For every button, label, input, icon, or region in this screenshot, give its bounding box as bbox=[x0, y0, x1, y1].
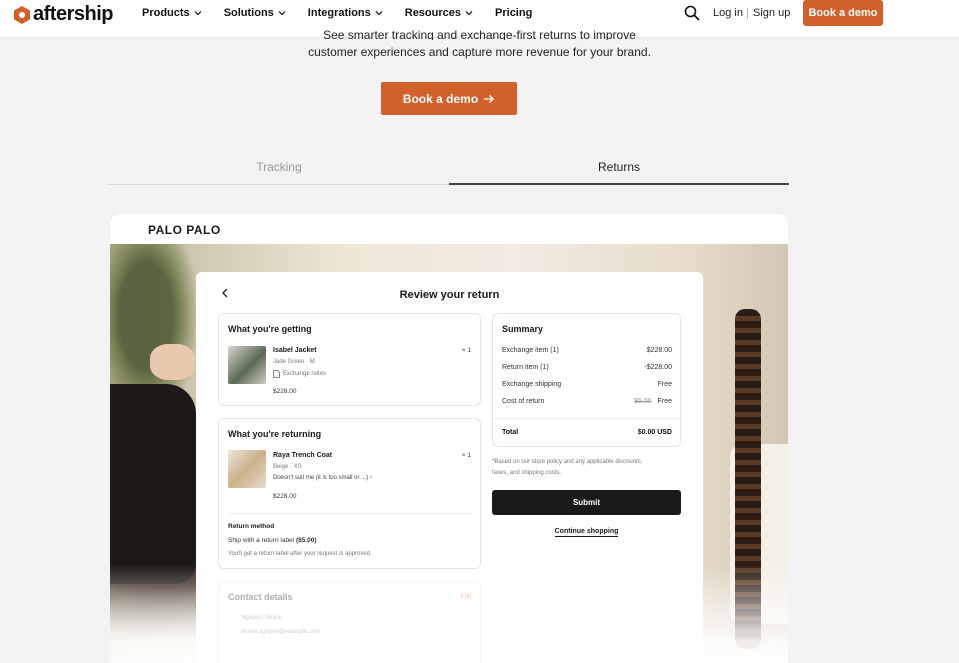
getting-box: What you're getting Isabel Jacket Jade G… bbox=[218, 313, 481, 406]
contact-email: shane.nguyen@example.com bbox=[241, 629, 321, 635]
chevron-down-icon bbox=[375, 11, 383, 16]
main-menu: Products Solutions Integrations Resource… bbox=[142, 0, 554, 26]
summary-box: Summary Exchange item (1) $228.00 Return … bbox=[492, 313, 681, 447]
continue-shopping-text: Continue shopping bbox=[554, 528, 619, 537]
review-return-panel: Review your return What you're getting I… bbox=[196, 272, 703, 663]
tab-active-indicator bbox=[449, 183, 789, 185]
chevron-down-icon bbox=[465, 11, 473, 16]
contact-name: Nguyen, Shane bbox=[241, 615, 283, 621]
summary-total: Total $0.00 USD bbox=[502, 429, 672, 436]
summary-value: $5.00 Free bbox=[634, 398, 672, 405]
photo-jacket bbox=[110, 384, 196, 584]
logo-text: aftership bbox=[33, 3, 113, 25]
hero-subtitle-line-2: customer experiences and capture more re… bbox=[308, 45, 651, 59]
photo-hand bbox=[150, 344, 195, 380]
summary-row: Exchange item (1) $228.00 bbox=[502, 347, 672, 354]
menu-products[interactable]: Products bbox=[142, 7, 202, 19]
hero-cta-label: Book a demo bbox=[402, 91, 479, 106]
menu-label: Resources bbox=[404, 7, 462, 19]
menu-solutions[interactable]: Solutions bbox=[224, 7, 286, 19]
summary-label: Cost of return bbox=[502, 398, 545, 405]
total-label: Total bbox=[502, 429, 519, 436]
returning-divider bbox=[228, 513, 473, 514]
chevron-right-icon: › bbox=[369, 475, 372, 481]
summary-value: -$228.00 bbox=[644, 364, 672, 371]
menu-resources[interactable]: Resources bbox=[405, 7, 473, 19]
menu-integrations[interactable]: Integrations bbox=[308, 7, 383, 19]
submit-button[interactable]: Submit bbox=[492, 490, 681, 515]
return-method-name: Ship with a return label bbox=[228, 537, 295, 544]
exchange-notes-link[interactable]: Exchange notes bbox=[283, 371, 326, 377]
menu-pricing[interactable]: Pricing bbox=[495, 7, 532, 19]
menu-label: Solutions bbox=[223, 7, 274, 19]
return-reason[interactable]: Doesn't suit me (it is too small or ...)… bbox=[273, 475, 372, 481]
tab-tracking[interactable]: Tracking bbox=[109, 160, 449, 174]
summary-divider bbox=[493, 418, 680, 419]
arrow-right-icon bbox=[484, 94, 495, 103]
return-method-label: Return method bbox=[228, 523, 275, 530]
getting-item-variant: Jade Green · M bbox=[273, 359, 315, 365]
summary-old-value: $5.00 bbox=[634, 398, 652, 405]
continue-shopping-link[interactable]: Continue shopping bbox=[492, 528, 681, 537]
menu-label: Integrations bbox=[307, 7, 371, 19]
chevron-down-icon bbox=[194, 11, 202, 16]
summary-label: Exchange item (1) bbox=[502, 347, 559, 354]
return-method-note: You'll get a return label after your req… bbox=[228, 551, 372, 557]
menu-label: Pricing bbox=[495, 7, 533, 19]
returning-item-qty: × 1 bbox=[461, 452, 471, 459]
coat-thumbnail bbox=[228, 450, 266, 488]
contact-heading: Contact details bbox=[228, 592, 293, 602]
summary-row: Exchange shipping Free bbox=[502, 381, 672, 388]
total-value: $0.00 USD bbox=[637, 429, 672, 436]
summary-label: Exchange shipping bbox=[502, 381, 562, 388]
panel-title: Review your return bbox=[399, 289, 500, 301]
getting-heading: What you're getting bbox=[228, 324, 312, 334]
hero-book-demo-button[interactable]: Book a demo bbox=[381, 82, 517, 115]
tab-returns[interactable]: Returns bbox=[449, 160, 789, 174]
summary-heading: Summary bbox=[502, 324, 544, 334]
summary-value: $228.00 bbox=[646, 347, 672, 354]
summary-row: Return item (1) -$228.00 bbox=[502, 364, 672, 371]
policy-note-line-2: taxes, and shipping costs. bbox=[492, 470, 562, 476]
returns-demo-card: PALO PALO Review your return What you're… bbox=[110, 214, 788, 663]
aftership-logo[interactable]: aftership bbox=[14, 3, 113, 26]
contact-box: Contact details Edit Nguyen, Shane shane… bbox=[218, 581, 481, 663]
summary-value: Free bbox=[657, 381, 672, 388]
returning-heading: What you're returning bbox=[228, 429, 322, 439]
summary-new-value: Free bbox=[657, 398, 672, 405]
menu-label: Products bbox=[142, 7, 190, 19]
returning-item-variant: Beige · XS bbox=[273, 464, 302, 470]
tab-divider bbox=[109, 184, 449, 185]
hero-subtitle-line-1: See smarter tracking and exchange-first … bbox=[323, 28, 636, 40]
nav-separator: | bbox=[746, 7, 749, 19]
return-reason-text: Doesn't suit me (it is too small or ...) bbox=[273, 475, 369, 481]
returning-box: What you're returning Raya Trench Coat B… bbox=[218, 418, 481, 569]
store-brand: PALO PALO bbox=[148, 223, 221, 237]
logo-icon bbox=[14, 5, 30, 24]
getting-item-price: $228.00 bbox=[273, 388, 297, 395]
returning-item-name: Raya Trench Coat bbox=[273, 452, 333, 459]
jacket-thumbnail bbox=[228, 346, 266, 384]
return-method-price: ($5.00) bbox=[295, 537, 317, 544]
returning-item-price: $228.00 bbox=[273, 493, 297, 500]
summary-label: Return item (1) bbox=[502, 364, 549, 371]
summary-row: Cost of return $5.00 Free bbox=[502, 398, 672, 405]
document-icon bbox=[273, 370, 280, 378]
signup-link[interactable]: Sign up bbox=[753, 7, 790, 19]
policy-note-line-1: *Based on our store policy and any appli… bbox=[492, 459, 643, 465]
contact-edit-link[interactable]: Edit bbox=[461, 594, 471, 600]
chevron-down-icon bbox=[278, 11, 286, 16]
getting-item-name: Isabel Jacket bbox=[273, 347, 317, 354]
search-icon[interactable] bbox=[684, 5, 700, 21]
login-link[interactable]: Log in bbox=[713, 7, 743, 19]
book-demo-button[interactable]: Book a demo bbox=[803, 0, 883, 26]
getting-item-qty: × 1 bbox=[461, 347, 471, 354]
return-method-text: Ship with a return label ($5.00) bbox=[228, 537, 317, 544]
